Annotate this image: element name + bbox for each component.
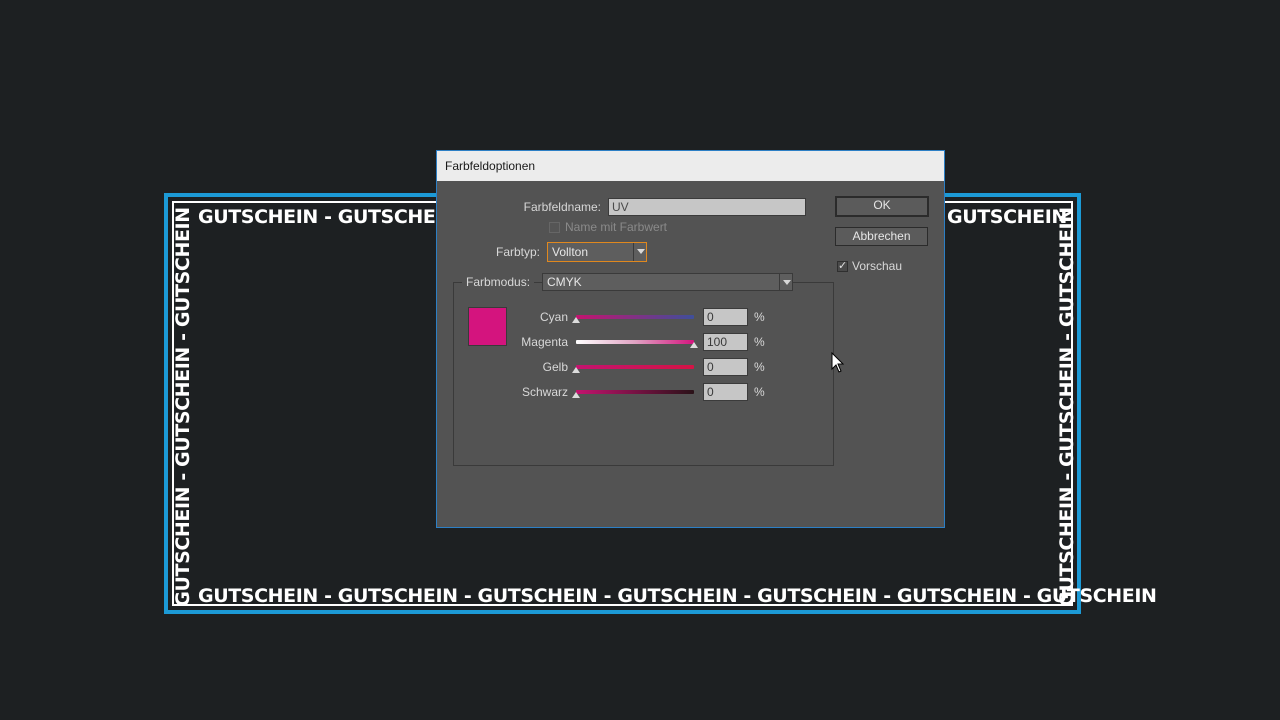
slider-label-gelb: Gelb	[542, 360, 568, 374]
percent-sign: %	[754, 360, 765, 374]
voucher-top-text-left: GUTSCHEIN - GUTSCHEIN -	[198, 206, 472, 228]
slider-track-schwarz[interactable]	[576, 390, 694, 394]
voucher-bottom-text: GUTSCHEIN - GUTSCHEIN - GUTSCHEIN - GUTS…	[198, 585, 1157, 607]
color-type-value: Vollton	[552, 245, 589, 259]
percent-sign: %	[754, 310, 765, 324]
voucher-top-text-right: GUTSCHEIN	[947, 206, 1067, 228]
preview-label: Vorschau	[852, 259, 903, 273]
percent-sign: %	[754, 385, 765, 399]
swatch-name-label: Farbfeldname:	[523, 200, 601, 214]
mouse-pointer-icon	[831, 352, 845, 373]
color-mode-value: CMYK	[547, 275, 582, 289]
swatch-name-input[interactable]: UV	[608, 198, 806, 216]
slider-thumb-magenta[interactable]	[690, 342, 698, 348]
slider-thumb-cyan[interactable]	[572, 317, 580, 323]
slider-track-gelb[interactable]	[576, 365, 694, 369]
color-mode-dropdown[interactable]: CMYK	[542, 273, 793, 291]
slider-value-gelb[interactable]: 0	[703, 358, 748, 376]
percent-sign: %	[754, 335, 765, 349]
slider-label-cyan: Cyan	[539, 310, 568, 324]
color-type-label: Farbtyp:	[495, 245, 540, 259]
name-with-value-checkbox[interactable]	[549, 222, 560, 233]
slider-thumb-schwarz[interactable]	[572, 392, 580, 398]
checkmark-icon: ✓	[838, 260, 848, 272]
voucher-left-text: GUTSCHEIN - GUTSCHEIN - GUTSCHEIN	[172, 207, 194, 607]
swatch-options-dialog: Farbfeldoptionen Farbfeldname: UV Name m…	[436, 150, 945, 528]
preview-checkbox[interactable]: ✓	[837, 260, 848, 272]
chevron-down-icon	[779, 274, 792, 290]
dialog-title[interactable]: Farbfeldoptionen	[437, 151, 944, 181]
ok-button[interactable]: OK	[835, 196, 929, 217]
cancel-button[interactable]: Abbrechen	[835, 227, 928, 246]
slider-value-cyan[interactable]: 0	[703, 308, 748, 326]
slider-label-schwarz: Schwarz	[521, 385, 568, 399]
color-type-dropdown[interactable]: Vollton	[547, 242, 647, 262]
slider-track-cyan[interactable]	[576, 315, 694, 319]
name-with-value-label: Name mit Farbwert	[565, 220, 668, 234]
slider-value-schwarz[interactable]: 0	[703, 383, 748, 401]
slider-value-magenta[interactable]: 100	[703, 333, 748, 351]
chevron-down-icon	[633, 243, 646, 261]
slider-label-magenta: Magenta	[521, 335, 568, 349]
slider-track-magenta[interactable]	[576, 340, 694, 344]
color-mode-label: Farbmodus:	[462, 273, 535, 291]
voucher-right-text: GUTSCHEIN - GUTSCHEIN - GUTSCHEIN	[1056, 207, 1078, 607]
slider-thumb-gelb[interactable]	[572, 367, 580, 373]
